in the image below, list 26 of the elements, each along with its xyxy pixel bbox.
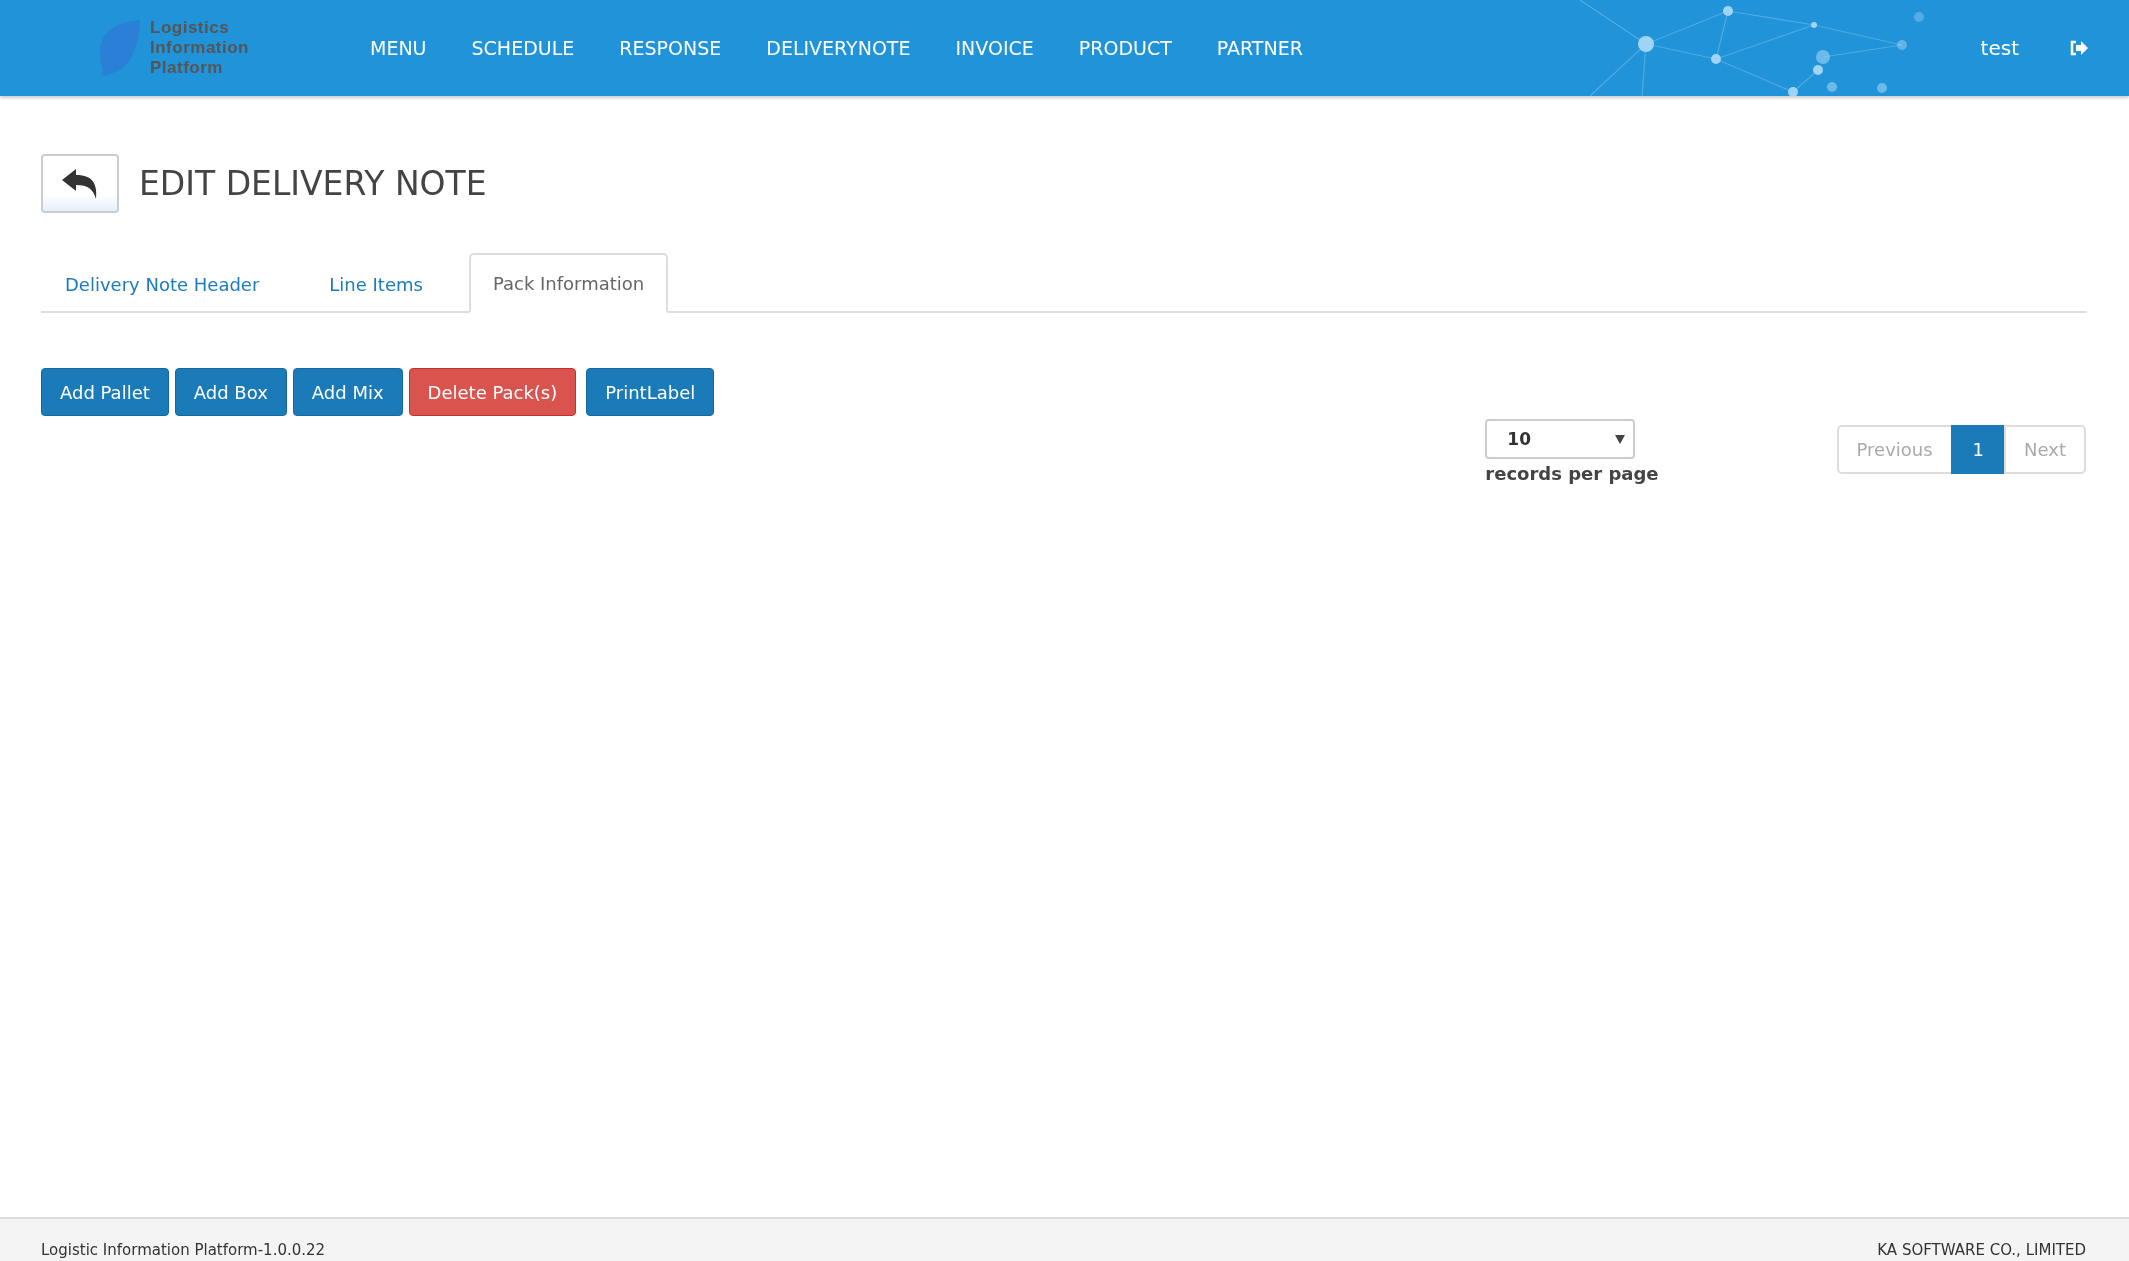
tab[interactable]: Pack Information	[468, 253, 669, 313]
page-size-select[interactable]: 10	[1485, 419, 1636, 459]
page-size-label: records per page	[1485, 463, 1659, 484]
action-button[interactable]: PrintLabel	[586, 368, 715, 416]
version-text: Logistic Information Platform-1.0.0.22	[41, 1241, 326, 1259]
copyright-text: KA SOFTWARE CO., LIMITED	[1877, 1241, 2086, 1259]
tab[interactable]: Delivery Note Header	[41, 253, 284, 313]
caret-icon	[1615, 434, 1626, 444]
nav-link[interactable]: DELIVERYNOTE	[766, 37, 911, 59]
page-title: EDIT DELIVERY NOTE	[139, 164, 487, 203]
nav-link[interactable]: INVOICE	[955, 37, 1034, 59]
logout-icon[interactable]	[2069, 40, 2089, 56]
pagination-link[interactable]: 1	[1950, 425, 2007, 474]
nav-link[interactable]: SCHEDULE	[471, 37, 575, 59]
nav-link[interactable]: MENU	[370, 37, 427, 59]
username-link[interactable]: test	[1980, 36, 2019, 60]
nav-link[interactable]: PARTNER	[1216, 37, 1303, 59]
logo-text: Logistics Information Platform	[150, 18, 249, 78]
delete-button[interactable]: Delete Pack(s)	[408, 368, 577, 416]
action-button[interactable]: Add Box	[174, 368, 287, 416]
nav-link[interactable]: RESPONSE	[619, 37, 722, 59]
back-button[interactable]	[41, 154, 119, 213]
nav-link[interactable]: PRODUCT	[1078, 37, 1172, 59]
action-button[interactable]: Add Mix	[292, 368, 403, 416]
action-button[interactable]: Add Pallet	[41, 368, 169, 416]
tab[interactable]: Line Items	[305, 253, 447, 313]
